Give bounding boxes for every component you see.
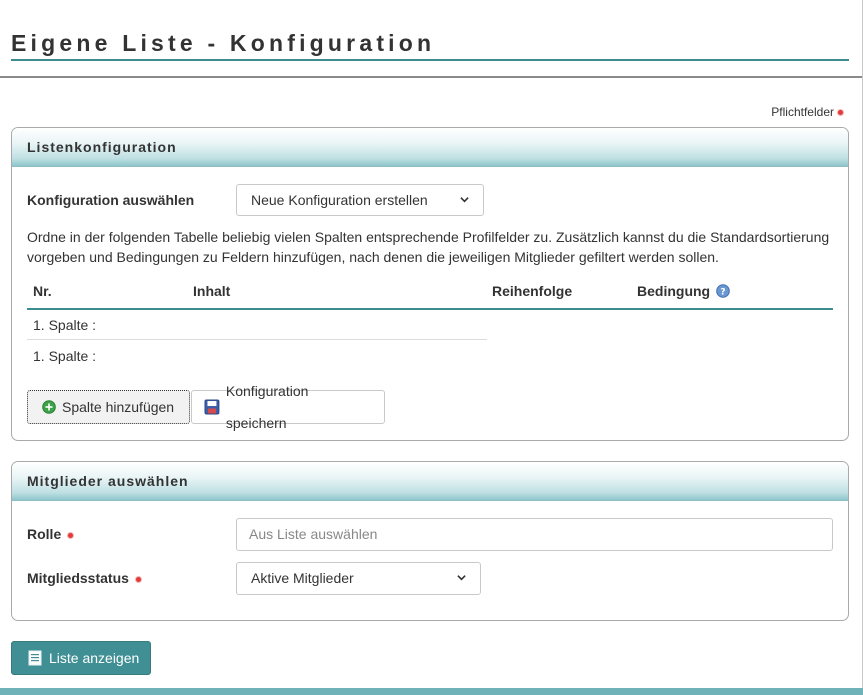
member-status-select[interactable]: Aktive Mitglieder [236,562,481,595]
config-description: Ordne in der folgenden Tabelle beliebig … [27,229,830,265]
title-divider [0,76,862,78]
member-status-label: Mitgliedsstatus [27,570,142,586]
required-marker-icon [67,531,75,539]
members-header: Mitglieder auswählen [12,462,848,501]
role-label-text: Rolle [27,526,62,542]
row-label: 1. Spalte : [33,348,97,364]
bottom-strip [0,688,863,695]
add-column-label: Spalte hinzufügen [62,399,175,415]
required-marker-icon [134,575,142,583]
add-circle-icon [42,400,56,414]
required-marker-icon [837,109,844,117]
add-column-button[interactable]: Spalte hinzufügen [27,390,190,424]
save-config-button[interactable]: Konfiguration speichern [191,383,385,431]
config-select-value: Neue Konfiguration erstellen [251,192,428,208]
chevron-down-icon [457,575,466,581]
column-header-content: Inhalt [193,283,231,299]
chevron-down-icon [460,197,469,203]
column-header-condition-label: Bedingung [637,283,711,299]
members-panel: Mitglieder auswählen Rolle Aus Liste aus… [11,461,849,621]
list-config-panel: Listenkonfiguration Konfiguration auswäh… [11,127,849,441]
column-header-order: Reihenfolge [492,283,573,299]
show-list-button[interactable]: Liste anzeigen [11,641,151,675]
table-row: 1. Spalte : [27,341,487,371]
page-title: Eigene Liste - Konfiguration [11,30,436,56]
save-disk-icon [204,399,220,415]
table-row: 1. Spalte : [27,310,487,340]
member-status-label-text: Mitgliedsstatus [27,570,129,586]
required-fields-note: Pflichtfelder [771,105,844,119]
svg-text:?: ? [720,288,725,298]
config-select[interactable]: Neue Konfiguration erstellen [236,184,484,216]
column-header-condition: Bedingung ? [637,283,730,299]
member-status-value: Aktive Mitglieder [251,570,354,586]
role-input[interactable]: Aus Liste auswählen [236,518,833,551]
list-document-icon [28,650,42,666]
role-placeholder: Aus Liste auswählen [249,526,378,542]
save-config-label: Konfiguration speichern [225,383,309,431]
role-label: Rolle [27,526,75,542]
list-config-header: Listenkonfiguration [12,128,848,167]
help-icon[interactable]: ? [716,284,730,298]
required-fields-label: Pflichtfelder [771,105,834,119]
title-underline [11,59,849,61]
row-label: 1. Spalte : [33,317,97,333]
column-header-nr: Nr. [33,283,52,299]
show-list-label: Liste anzeigen [49,650,140,666]
config-select-label: Konfiguration auswählen [27,192,195,208]
